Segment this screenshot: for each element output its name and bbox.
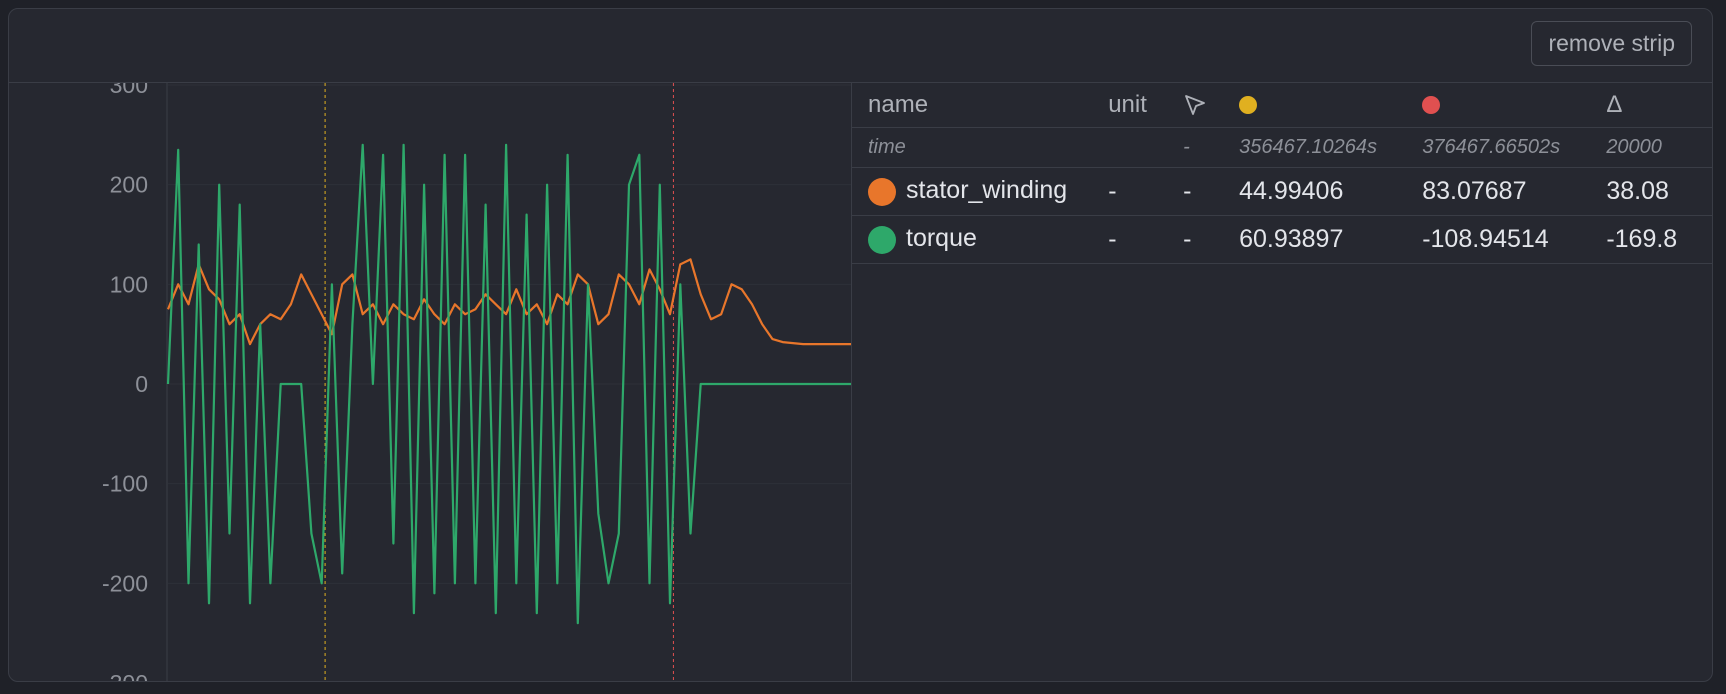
signal-name-cell: stator_winding (852, 167, 1093, 216)
y-tick-label: 200 (110, 172, 148, 198)
time-b-value: 376467.66502s (1406, 127, 1591, 168)
strip-header: remove strip (9, 9, 1712, 83)
y-tick-label: -200 (102, 570, 148, 596)
time-cursor-value: - (1167, 127, 1224, 168)
header-name: name (852, 83, 1093, 128)
cursor-a-dot-icon (1239, 96, 1258, 115)
plot-area[interactable]: 300 200 100 0 -100 -200 -300 (9, 83, 851, 682)
signal-b-value: -108.94514 (1406, 215, 1591, 264)
signal-cursor-value: - (1167, 167, 1224, 216)
signal-cursor-value: - (1167, 215, 1224, 264)
y-tick-label: 300 (110, 83, 148, 98)
cursor-a-marker[interactable] (1223, 83, 1407, 128)
signal-row[interactable]: stator_winding - - 44.99406 83.07687 38.… (852, 167, 1712, 216)
series-color-dot-icon[interactable] (868, 225, 896, 254)
signal-name-cell: torque (852, 215, 1093, 264)
y-tick-label: 100 (110, 271, 148, 297)
remove-strip-button[interactable]: remove strip (1531, 21, 1692, 66)
y-tick-label: 0 (135, 371, 148, 397)
series-color-dot-icon[interactable] (868, 177, 896, 206)
signal-delta-value: 38.08 (1590, 167, 1712, 216)
cursor-b-marker[interactable] (1406, 83, 1591, 128)
legend-table: name unit Δ time - 356467.10264s 376467. (852, 83, 1712, 264)
pointer-cursor-icon (1167, 83, 1224, 128)
cursor-b-dot-icon (1422, 96, 1441, 115)
signal-row[interactable]: torque - - 60.93897 -108.94514 -169.8 (852, 215, 1712, 264)
legend-header-row: name unit Δ (852, 83, 1712, 128)
time-a-value: 356467.10264s (1223, 127, 1407, 168)
signal-name: torque (906, 224, 977, 253)
signal-unit: - (1092, 215, 1168, 264)
signal-a-value: 60.93897 (1223, 215, 1407, 264)
time-label: time (852, 127, 1093, 168)
signal-strip: remove strip 300 200 100 0 -100 -200 -300 name… (8, 8, 1713, 682)
signal-unit: - (1092, 167, 1168, 216)
signal-b-value: 83.07687 (1406, 167, 1591, 216)
legend-table-panel: name unit Δ time - 356467.10264s 376467. (852, 83, 1712, 681)
signal-a-value: 44.99406 (1223, 167, 1407, 216)
time-unit (1092, 127, 1168, 168)
y-tick-label: -300 (102, 670, 148, 682)
signal-delta-value: -169.8 (1590, 215, 1712, 264)
header-delta: Δ (1590, 83, 1712, 128)
y-tick-label: -100 (102, 471, 148, 497)
time-delta-value: 20000 (1590, 127, 1712, 168)
time-series-chart[interactable]: 300 200 100 0 -100 -200 -300 (9, 83, 851, 682)
header-unit: unit (1092, 83, 1168, 128)
time-row: time - 356467.10264s 376467.66502s 20000 (852, 127, 1712, 168)
signal-name: stator_winding (906, 176, 1068, 205)
